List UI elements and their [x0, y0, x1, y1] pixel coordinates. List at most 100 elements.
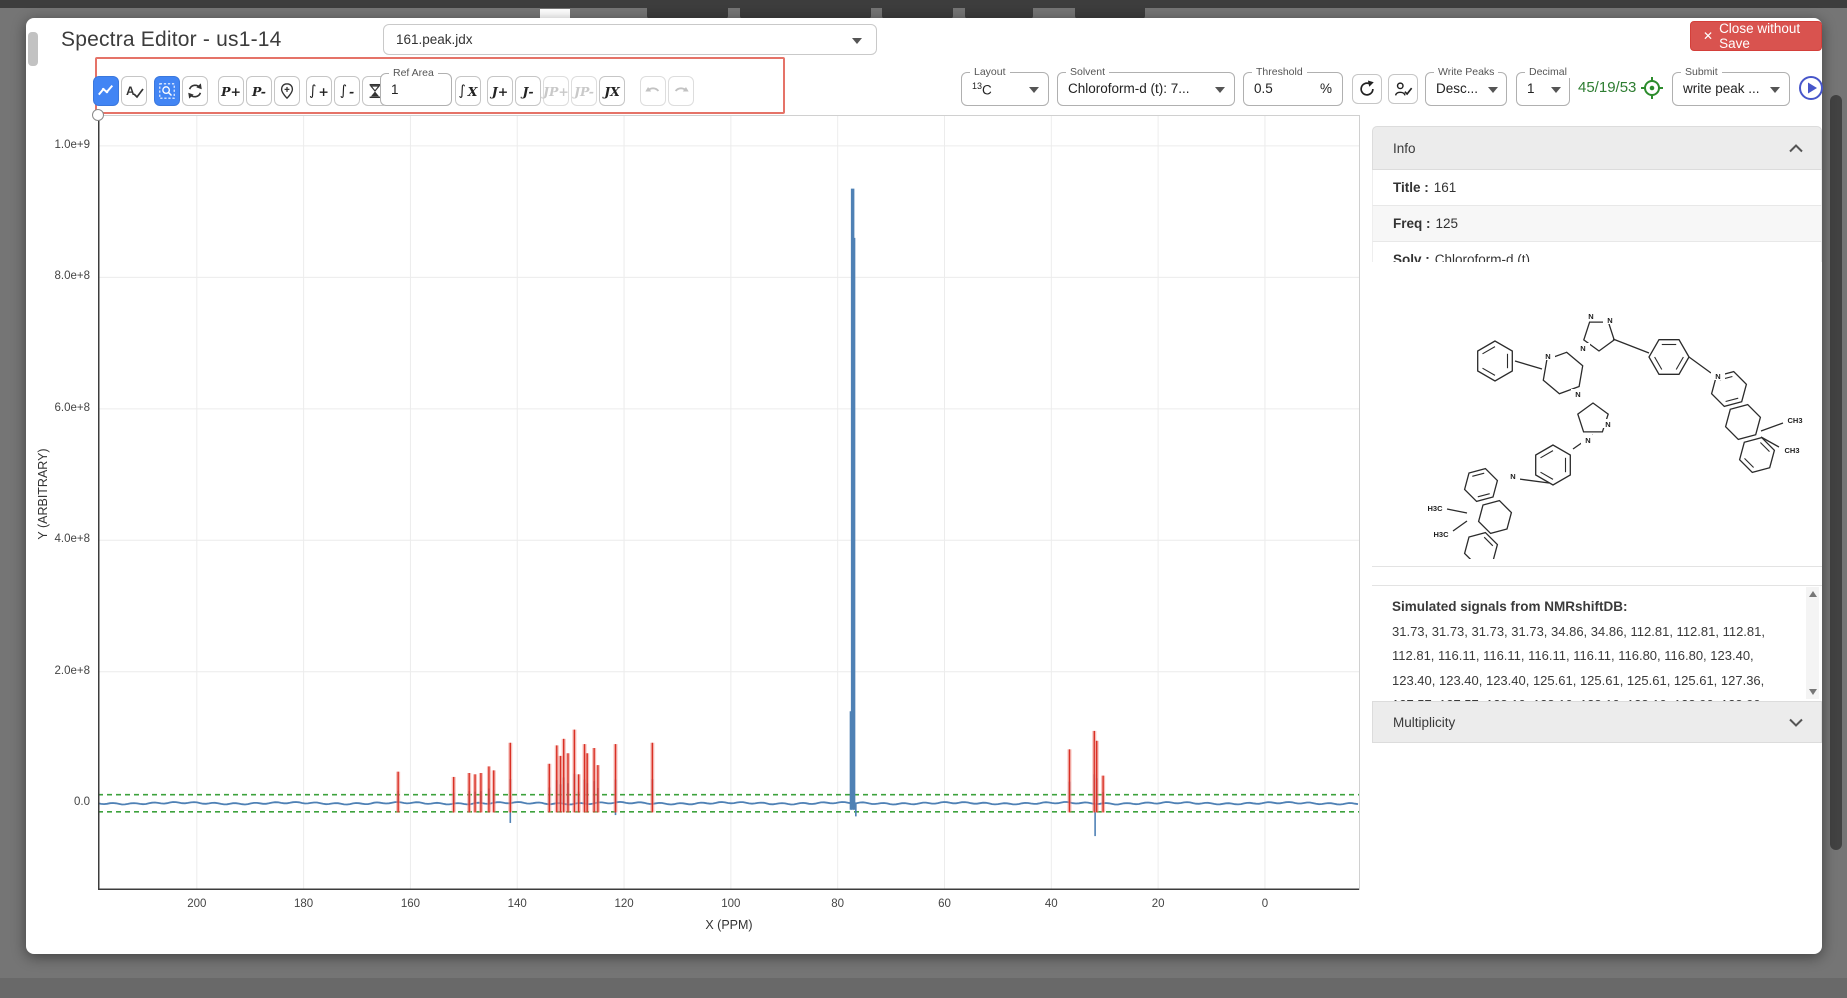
chevron-down-icon: [852, 38, 862, 44]
spectrum-chart[interactable]: X (PPM) Y (ARBITRARY) 200180160140120100…: [98, 115, 1360, 890]
threshold-field[interactable]: Threshold 0.5 %: [1243, 72, 1343, 106]
page-scrollbar[interactable]: [1830, 95, 1842, 850]
integral-clear-button[interactable]: ∫X: [455, 76, 481, 106]
ref-area-value: 1: [391, 82, 399, 97]
reset-zoom-button[interactable]: [182, 76, 208, 106]
spectrum-file-select[interactable]: 161.peak.jdx: [383, 24, 877, 55]
chevron-up-icon: [1789, 144, 1803, 153]
x-tick-label: 0: [1240, 898, 1290, 910]
a-check-icon: A: [124, 82, 144, 100]
integral-add-button[interactable]: ∫+: [306, 76, 332, 106]
x-tick-label: 40: [1026, 898, 1076, 910]
scroll-down-icon[interactable]: [1809, 689, 1817, 695]
integral-remove-button[interactable]: ∫-: [334, 76, 360, 106]
svg-text:N: N: [1585, 436, 1590, 445]
y-axis-label: Y (ARBITRARY): [36, 394, 50, 594]
peak-pick-button[interactable]: [274, 76, 300, 106]
y-tick-label: 1.0e+9: [30, 139, 90, 151]
svg-text:N: N: [1575, 390, 1580, 399]
info-row-title: Title :161: [1372, 170, 1822, 206]
info-section-header[interactable]: Info: [1372, 126, 1822, 170]
svg-text:N: N: [1605, 420, 1610, 429]
peak-remove-button[interactable]: P-: [246, 76, 272, 106]
svg-text:N: N: [1715, 372, 1720, 381]
solvent-select[interactable]: Solvent Chloroform-d (t): 7...: [1057, 72, 1235, 106]
refresh-icon: [1358, 80, 1376, 98]
threshold-value: 0.5: [1254, 81, 1273, 96]
y-tick-label: 2.0e+8: [30, 665, 90, 677]
zoom-select-button[interactable]: [154, 76, 180, 106]
spectra-editor-modal: Spectra Editor - us1-14 161.peak.jdx ✕ C…: [26, 18, 1822, 954]
jp-remove-button: JP-: [571, 76, 597, 106]
target-icon: [1640, 76, 1664, 100]
x-tick-label: 120: [599, 898, 649, 910]
signals-scrollbar[interactable]: [1806, 587, 1819, 699]
x-tick-label: 200: [172, 898, 222, 910]
peak-add-button[interactable]: P+: [218, 76, 244, 106]
background-fragment: [540, 9, 570, 18]
pin-plus-icon: [278, 82, 296, 100]
chevron-down-icon: [1029, 87, 1039, 93]
svg-text:N: N: [1510, 472, 1515, 481]
refresh-threshold-button[interactable]: [1352, 74, 1382, 104]
zoom-area-icon: [158, 82, 176, 100]
j-add-button[interactable]: J+: [487, 76, 513, 106]
undo-icon: [644, 84, 662, 98]
browser-top-strip: [0, 0, 1847, 8]
close-button-label: Close without Save: [1719, 21, 1809, 51]
svg-text:N: N: [1588, 312, 1593, 321]
apply-peaks-button[interactable]: [1388, 74, 1418, 104]
submit-run-button[interactable]: [1797, 74, 1825, 102]
layout-value: 13C: [972, 81, 992, 98]
signals-values: 31.73, 31.73, 31.73, 31.73, 34.86, 34.86…: [1392, 624, 1765, 702]
redo-icon: [672, 84, 690, 98]
peak-counter: 45/19/53: [1578, 79, 1636, 96]
auto-assign-button[interactable]: A: [121, 76, 147, 106]
x-axis-label: X (PPM): [98, 918, 1360, 932]
y-tick-label: 6.0e+8: [30, 402, 90, 414]
svg-text:N: N: [1545, 352, 1550, 361]
scroll-up-icon[interactable]: [1809, 591, 1817, 597]
background-bottom-strip: [0, 978, 1847, 998]
jp-add-button: JP+: [543, 76, 569, 106]
j-remove-button[interactable]: J-: [515, 76, 541, 106]
write-peaks-value: Desc...: [1436, 81, 1478, 96]
x-tick-label: 60: [919, 898, 969, 910]
decimal-select[interactable]: Decimal 1: [1516, 72, 1570, 106]
close-icon: ✕: [1703, 29, 1713, 43]
y-tick-label: 0.0: [30, 796, 90, 808]
spectrum-file-value: 161.peak.jdx: [396, 32, 473, 47]
ref-area-field[interactable]: Ref Area 1: [380, 73, 452, 106]
layout-select[interactable]: Layout 13C: [961, 72, 1049, 106]
chevron-down-icon: [1488, 87, 1498, 93]
y-tick-label: 8.0e+8: [30, 270, 90, 282]
info-row-freq: Freq :125: [1372, 206, 1822, 242]
submit-select[interactable]: Submit write peak ...: [1672, 72, 1790, 106]
chevron-down-icon: [1770, 87, 1780, 93]
svg-text:CH3: CH3: [1784, 446, 1799, 455]
chevron-down-icon: [1551, 87, 1561, 93]
close-without-save-button[interactable]: ✕ Close without Save: [1690, 21, 1822, 51]
write-peaks-select[interactable]: Write Peaks Desc...: [1425, 72, 1507, 106]
play-icon: [1797, 74, 1825, 102]
undo-button: [640, 76, 666, 106]
x-tick-label: 140: [492, 898, 542, 910]
x-tick-label: 20: [1133, 898, 1183, 910]
svg-text:N: N: [1580, 344, 1585, 353]
spectrum-plot[interactable]: [98, 115, 1360, 890]
x-tick-label: 180: [279, 898, 329, 910]
molecule-drawing: NNNNNNNNNCH3CH3H3CH3C: [1377, 269, 1817, 559]
line-mode-button[interactable]: [93, 76, 119, 106]
chart-corner-handle[interactable]: [92, 109, 104, 121]
svg-text:H3C: H3C: [1433, 530, 1449, 539]
target-status: [1640, 76, 1664, 100]
chevron-down-icon: [1215, 87, 1225, 93]
simulated-signals-panel[interactable]: Simulated signals from NMRshiftDB: 31.73…: [1372, 585, 1822, 701]
jx-button[interactable]: JX: [599, 76, 625, 106]
signals-scroll-thumb[interactable]: [28, 32, 38, 66]
threshold-unit: %: [1320, 81, 1332, 96]
solvent-value: Chloroform-d (t): 7...: [1068, 81, 1190, 96]
x-tick-label: 100: [706, 898, 756, 910]
multiplicity-section-header[interactable]: Multiplicity: [1372, 701, 1822, 743]
svg-text:A: A: [126, 84, 135, 98]
